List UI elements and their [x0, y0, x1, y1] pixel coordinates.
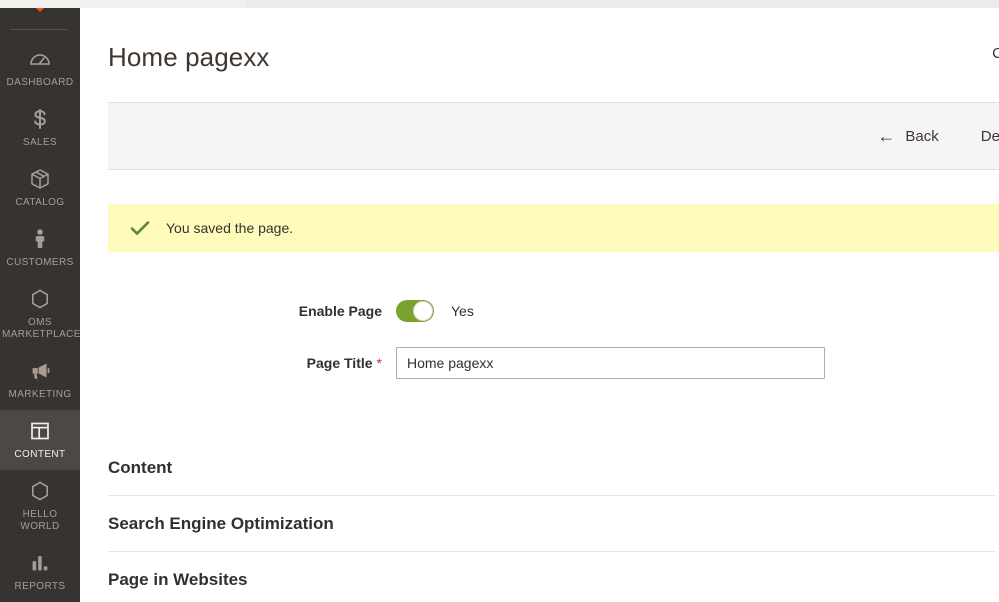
section-page-in-websites[interactable]: Page in Websites	[108, 552, 995, 602]
sidebar-item-label: REPORTS	[14, 581, 66, 592]
hexagon-icon	[2, 479, 78, 505]
sidebar-item-label: CATALOG	[15, 197, 65, 208]
sidebar-item-label: CUSTOMERS	[6, 257, 74, 268]
section-title: Content	[108, 458, 173, 477]
enable-page-label: Enable Page	[298, 303, 382, 319]
toggle-knob	[413, 301, 433, 321]
dollar-sign-icon	[2, 107, 78, 133]
sidebar-item-label: MARKETING	[8, 389, 72, 400]
sidebar-item-label: HELLO WORLD	[20, 509, 60, 532]
admin-sidebar: DASHBOARD SALES CATALOG CUSTOMERS OMS MA…	[0, 8, 80, 602]
layout-panel-icon	[2, 419, 78, 445]
sidebar-item-label: OMS MARKETPLACE	[2, 317, 80, 340]
page-header: Home pagexx C	[80, 8, 999, 94]
sidebar-item-label: CONTENT	[14, 449, 66, 460]
sidebar-item-hello-world[interactable]: HELLO WORLD	[0, 470, 80, 542]
success-message-text: You saved the page.	[166, 220, 294, 236]
page-title-label-text: Page Title	[306, 355, 373, 371]
dashboard-gauge-icon	[2, 47, 78, 73]
field-enable-page: Enable Page Yes	[80, 300, 999, 322]
sidebar-item-reports[interactable]: REPORTS	[0, 542, 80, 602]
sidebar-item-dashboard[interactable]: DASHBOARD	[0, 38, 80, 98]
sidebar-item-label: DASHBOARD	[6, 77, 74, 88]
success-message: You saved the page.	[108, 204, 999, 252]
page-actions-toolbar: ← Back Delete Pag	[108, 102, 999, 170]
menu-caret-icon	[29, 8, 51, 12]
box-icon	[2, 167, 78, 193]
megaphone-icon	[2, 359, 78, 385]
page-title: Home pagexx	[108, 42, 270, 72]
check-icon	[128, 216, 152, 240]
sidebar-divider	[10, 29, 68, 30]
enable-page-toggle[interactable]	[396, 300, 434, 322]
sidebar-item-content[interactable]: CONTENT	[0, 410, 80, 470]
page-information-fieldset: Enable Page Yes Page Title *	[80, 300, 999, 404]
sidebar-item-catalog[interactable]: CATALOG	[0, 158, 80, 218]
sidebar-item-marketing[interactable]: MARKETING	[0, 350, 80, 410]
enable-page-value: Yes	[451, 303, 474, 319]
section-search-engine-optimization[interactable]: Search Engine Optimization	[108, 496, 995, 552]
section-title: Page in Websites	[108, 570, 248, 589]
top-strip-right	[246, 0, 999, 8]
store-view-switcher[interactable]: C	[992, 45, 999, 62]
person-icon	[2, 227, 78, 253]
main-content: Home pagexx C ← Back Delete Pag You save…	[80, 8, 999, 602]
arrow-left-icon: ←	[877, 126, 896, 146]
enable-page-control: Yes	[396, 300, 474, 322]
sidebar-nav: DASHBOARD SALES CATALOG CUSTOMERS OMS MA…	[0, 38, 80, 602]
admin-page: DASHBOARD SALES CATALOG CUSTOMERS OMS MA…	[0, 0, 999, 602]
back-button[interactable]: ← Back	[877, 127, 938, 145]
field-page-title: Page Title *	[80, 347, 999, 379]
delete-page-button[interactable]: Delete Pag	[981, 128, 999, 145]
collapsible-sections: Content Search Engine Optimization Page …	[108, 440, 995, 602]
section-title: Search Engine Optimization	[108, 514, 334, 533]
required-marker: *	[376, 355, 382, 371]
sidebar-item-oms-marketplace[interactable]: OMS MARKETPLACE	[0, 278, 80, 350]
hexagon-icon	[2, 287, 78, 313]
page-title-input[interactable]	[396, 347, 825, 379]
sidebar-item-label: SALES	[22, 137, 58, 148]
back-button-label: Back	[905, 127, 939, 145]
section-content[interactable]: Content	[108, 440, 995, 496]
page-title-control	[396, 347, 825, 379]
sidebar-item-customers[interactable]: CUSTOMERS	[0, 218, 80, 278]
sidebar-item-sales[interactable]: SALES	[0, 98, 80, 158]
page-title-label: Page Title *	[80, 355, 396, 371]
bar-chart-icon	[2, 551, 78, 577]
